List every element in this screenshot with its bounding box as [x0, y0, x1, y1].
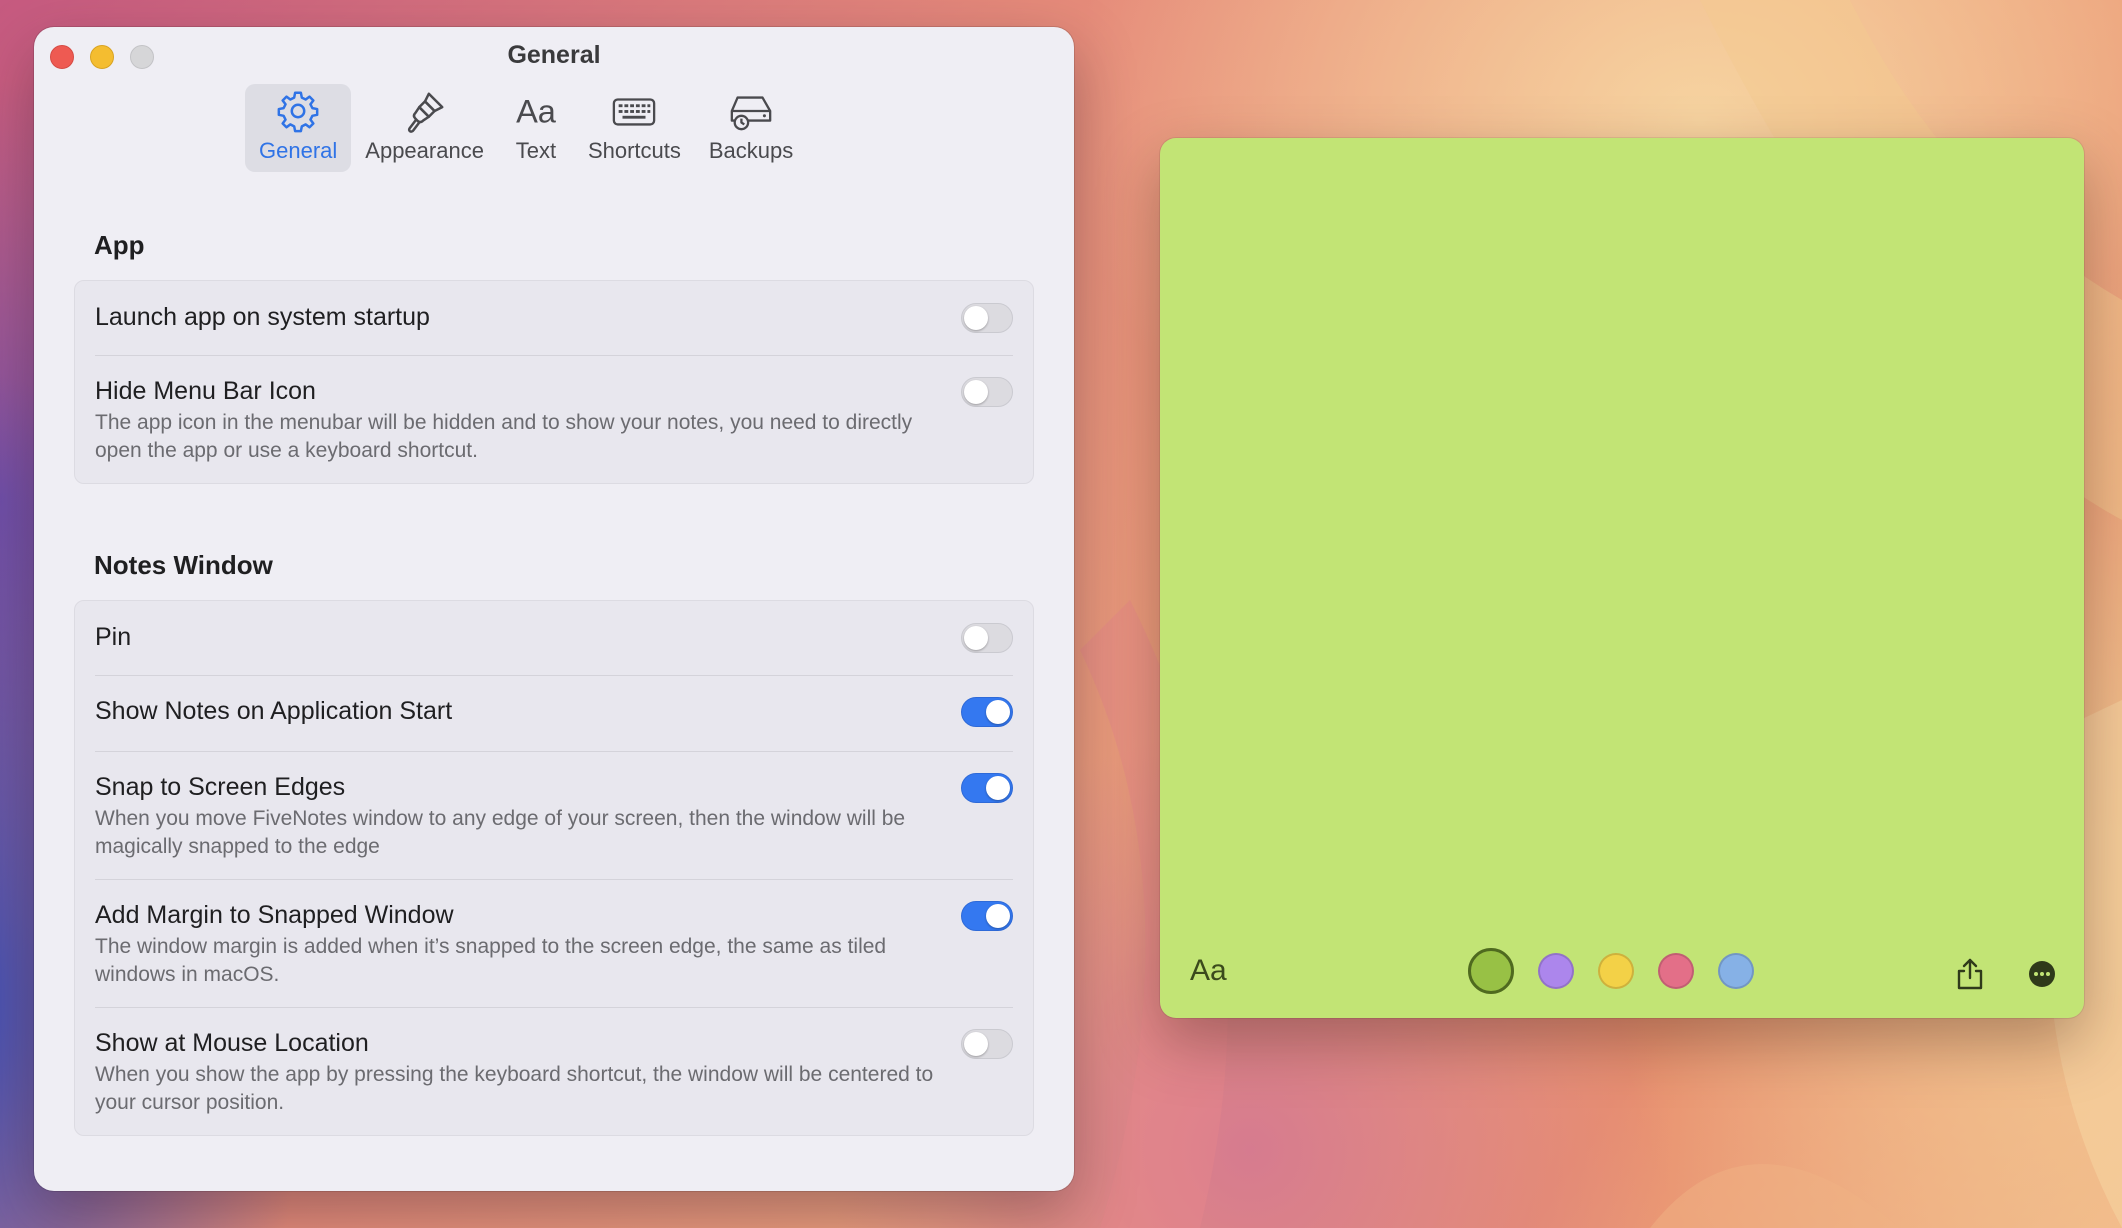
color-swatch-yellow[interactable] [1598, 953, 1634, 989]
tab-shortcuts[interactable]: Shortcuts [574, 84, 695, 172]
setting-description: When you show the app by pressing the ke… [95, 1063, 934, 1114]
tab-backups[interactable]: Backups [695, 84, 807, 172]
note-actions [1952, 956, 2060, 992]
tab-text-label: Text [515, 138, 557, 163]
more-icon[interactable] [2024, 956, 2060, 992]
setting-row-pin: Pin [75, 601, 1033, 675]
setting-label: Add Margin to Snapped Window [95, 901, 454, 929]
section-title-app: App [94, 230, 145, 260]
snap-to-edges-toggle[interactable] [961, 773, 1013, 803]
color-swatch-green[interactable] [1468, 948, 1514, 994]
keyboard-icon [613, 98, 656, 126]
setting-label: Launch app on system startup [95, 303, 430, 331]
setting-row-add-margin: Add Margin to Snapped Window The window … [75, 879, 1033, 1007]
tab-text[interactable]: Aa Text [498, 84, 574, 172]
color-swatch-pink[interactable] [1658, 953, 1694, 989]
setting-row-show-notes-on-start: Show Notes on Application Start [75, 675, 1033, 751]
setting-label: Hide Menu Bar Icon [95, 377, 316, 405]
svg-text:Aa: Aa [516, 94, 557, 130]
add-margin-toggle[interactable] [961, 901, 1013, 931]
color-swatch-blue[interactable] [1718, 953, 1754, 989]
pin-toggle[interactable] [961, 623, 1013, 653]
settings-window: General General Appearance Aa Text Short… [34, 27, 1074, 1191]
setting-label: Show at Mouse Location [95, 1029, 369, 1057]
backup-drive-icon [730, 96, 772, 131]
color-swatch-purple[interactable] [1538, 953, 1574, 989]
setting-label: Snap to Screen Edges [95, 773, 346, 801]
app-settings-group: Launch app on system startup Hide Menu B… [74, 280, 1034, 484]
hide-menu-bar-icon-toggle[interactable] [961, 377, 1013, 407]
setting-row-launch-startup: Launch app on system startup [75, 281, 1033, 355]
setting-label: Pin [95, 623, 132, 651]
gear-icon [277, 91, 319, 133]
setting-description: The app icon in the menubar will be hidd… [95, 411, 913, 462]
text-format-icon: Aa [516, 94, 557, 130]
font-button[interactable]: Aa [1190, 954, 1227, 988]
setting-row-hide-menu-bar-icon: Hide Menu Bar Icon The app icon in the m… [75, 355, 1033, 483]
tab-appearance-label: Appearance [365, 138, 484, 163]
setting-row-snap-to-edges: Snap to Screen Edges When you move FiveN… [75, 751, 1033, 879]
paintbrush-icon [407, 92, 444, 133]
tab-appearance[interactable]: Appearance [351, 84, 498, 172]
tab-general-label: General [259, 138, 338, 163]
setting-label: Show Notes on Application Start [95, 697, 453, 725]
tab-shortcuts-label: Shortcuts [587, 138, 681, 163]
share-icon[interactable] [1952, 956, 1988, 992]
notes-window-settings-group: Pin Show Notes on Application Start Snap… [74, 600, 1034, 1136]
settings-toolbar: General Appearance Aa Text Shortcuts Bac… [245, 84, 807, 172]
window-title: General [507, 41, 601, 69]
sticky-note-window[interactable]: Aa [1160, 138, 2084, 1018]
launch-startup-toggle[interactable] [961, 303, 1013, 333]
show-notes-on-start-toggle[interactable] [961, 697, 1013, 727]
setting-row-show-at-mouse: Show at Mouse Location When you show the… [75, 1007, 1033, 1135]
show-at-mouse-toggle[interactable] [961, 1029, 1013, 1059]
section-title-notes-window: Notes Window [94, 550, 273, 580]
note-color-picker [1468, 948, 1754, 994]
setting-description: When you move FiveNotes window to any ed… [95, 807, 906, 858]
setting-description: The window margin is added when it’s sna… [95, 935, 887, 986]
tab-general[interactable]: General [245, 84, 352, 172]
tab-backups-label: Backups [708, 138, 794, 163]
